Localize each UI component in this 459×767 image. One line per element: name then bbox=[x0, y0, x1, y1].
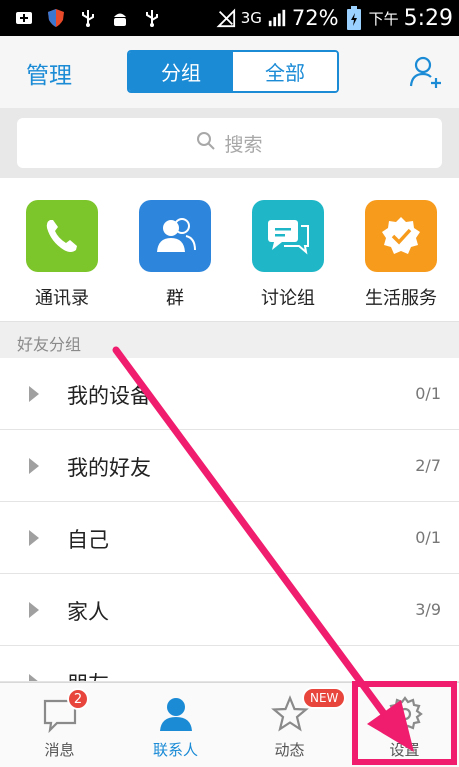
section-title: 好友分组 bbox=[17, 335, 82, 354]
new-badge: NEW bbox=[302, 687, 347, 709]
tile-groups[interactable]: 群 bbox=[120, 200, 230, 310]
status-bar: 3G 72% 下午 5:29 bbox=[0, 0, 459, 36]
annotation-highlight-box bbox=[352, 681, 457, 765]
group-count: 3/9 bbox=[415, 600, 441, 619]
group-count: 2/7 bbox=[415, 456, 441, 475]
tile-discussion[interactable]: 讨论组 bbox=[233, 200, 343, 310]
no-signal-icon bbox=[216, 8, 236, 28]
search-area: 搜索 bbox=[0, 108, 459, 178]
tab-all[interactable]: 全部 bbox=[233, 52, 337, 91]
expand-arrow-icon bbox=[29, 530, 39, 546]
usb-icon bbox=[142, 8, 162, 28]
tile-contacts[interactable]: 通讯录 bbox=[7, 200, 117, 310]
expand-arrow-icon bbox=[29, 602, 39, 618]
discussion-icon bbox=[252, 200, 324, 272]
status-bar-notifications bbox=[0, 8, 162, 28]
add-friend-icon[interactable] bbox=[408, 54, 444, 90]
group-name: 家人 bbox=[67, 600, 109, 624]
list-item[interactable]: 我的设备 0/1 bbox=[0, 358, 459, 430]
search-placeholder: 搜索 bbox=[224, 133, 263, 156]
tab-label: 联系人 bbox=[152, 741, 198, 759]
tile-label: 群 bbox=[166, 288, 184, 309]
tab-label: 消息 bbox=[44, 741, 75, 759]
time-period: 下午 bbox=[368, 9, 399, 28]
header: 管理 分组 全部 bbox=[0, 36, 459, 108]
tab-contacts[interactable]: 联系人 bbox=[118, 683, 233, 767]
shield-icon bbox=[46, 8, 66, 28]
group-count: 0/1 bbox=[415, 528, 441, 547]
tile-life-service[interactable]: 生活服务 bbox=[346, 200, 456, 310]
expand-arrow-icon bbox=[29, 458, 39, 474]
manage-button[interactable]: 管理 bbox=[26, 56, 72, 90]
search-icon bbox=[196, 131, 216, 156]
phone-icon bbox=[26, 200, 98, 272]
clock: 5:29 bbox=[403, 5, 453, 31]
battery-percent: 72% bbox=[291, 6, 339, 30]
tile-label: 生活服务 bbox=[365, 288, 437, 309]
tile-label: 通讯录 bbox=[35, 288, 89, 309]
notification-add-icon bbox=[14, 8, 34, 28]
list-item[interactable]: 家人 3/9 bbox=[0, 574, 459, 646]
segmented-control: 分组 全部 bbox=[127, 50, 339, 93]
section-header: 好友分组 bbox=[0, 321, 459, 358]
network-type: 3G bbox=[240, 9, 262, 27]
signal-icon bbox=[267, 8, 287, 28]
contact-icon bbox=[157, 695, 195, 733]
tab-messages[interactable]: 2 消息 bbox=[2, 683, 117, 767]
quick-access-tiles: 通讯录 群 讨论组 生活服务 bbox=[0, 178, 459, 321]
tab-label: 动态 bbox=[274, 741, 305, 759]
group-icon bbox=[139, 200, 211, 272]
tab-feeds[interactable]: NEW 动态 bbox=[232, 683, 347, 767]
group-name: 朋友 bbox=[67, 668, 109, 681]
unread-badge: 2 bbox=[67, 688, 89, 710]
list-item[interactable]: 自己 0/1 bbox=[0, 502, 459, 574]
group-name: 我的好友 bbox=[67, 456, 151, 480]
service-badge-icon bbox=[365, 200, 437, 272]
search-input[interactable]: 搜索 bbox=[17, 118, 442, 168]
group-name: 我的设备 bbox=[67, 384, 151, 408]
tab-groups[interactable]: 分组 bbox=[129, 52, 233, 91]
battery-icon bbox=[344, 6, 364, 30]
android-debug-icon bbox=[110, 8, 130, 28]
list-item[interactable]: 朋友 bbox=[0, 646, 459, 682]
group-count: 0/1 bbox=[415, 384, 441, 403]
group-name: 自己 bbox=[67, 528, 109, 552]
expand-arrow-icon bbox=[29, 674, 39, 681]
list-item[interactable]: 我的好友 2/7 bbox=[0, 430, 459, 502]
status-bar-system: 3G 72% 下午 5:29 bbox=[216, 0, 453, 36]
tile-label: 讨论组 bbox=[261, 288, 315, 309]
usb-icon bbox=[78, 8, 98, 28]
expand-arrow-icon bbox=[29, 386, 39, 402]
